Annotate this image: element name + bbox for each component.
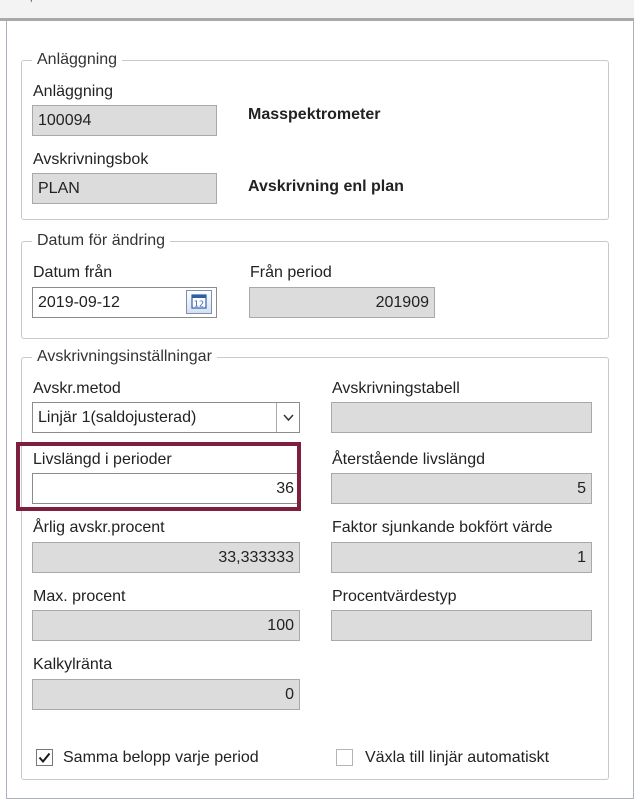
fran-period-label: Från period [250,264,332,281]
kalkylranta-field[interactable]: 0 [32,679,300,710]
anlaggning-field[interactable]: 100094 [32,105,217,136]
anlaggning-name: Masspektrometer [248,106,381,123]
checkmark-icon [38,752,51,764]
procentvardestyp-field[interactable] [331,610,592,641]
chevron-down-icon [283,414,294,422]
vaxla-linjar-label[interactable]: Växla till linjär automatiskt [365,749,549,767]
aterstaende-livslangd-field[interactable]: 5 [331,473,592,504]
faktor-field[interactable]: 1 [331,542,592,573]
anlaggning-group-legend: Anläggning [32,51,123,69]
aterstaende-livslangd-label: Återstående livslängd [332,451,485,468]
vaxla-linjar-checkbox[interactable] [336,749,353,766]
faktor-label: Faktor sjunkande bokfört värde [332,519,553,536]
calendar-button[interactable]: 12 [186,290,212,314]
avskrivningsbok-label: Avskrivningsbok [33,151,149,168]
datum-group-legend: Datum för ändring [32,232,171,250]
avskr-metod-dropdown-button[interactable] [276,403,299,432]
avskrivningsbok-field[interactable]: PLAN [32,173,217,204]
top-bar: ’ [0,0,634,21]
anlaggning-label: Anläggning [33,83,114,100]
avskr-metod-value: Linjär 1(saldojusterad) [38,409,197,426]
top-bar-partial-text: ’ [30,0,33,10]
procentvardestyp-label: Procentvärdestyp [332,588,457,605]
kalkylranta-label: Kalkylränta [33,656,113,673]
arlig-avskr-procent-field[interactable]: 33,333333 [32,542,300,573]
avskr-metod-select[interactable]: Linjär 1(saldojusterad) [32,402,300,433]
avskrivningstabell-label: Avskrivningstabell [332,380,460,397]
installningar-group-legend: Avskrivningsinställningar [32,348,217,366]
avskr-metod-label: Avskr.metod [33,380,121,397]
samma-belopp-label[interactable]: Samma belopp varje period [63,749,259,767]
arlig-avskr-procent-label: Årlig avskr.procent [33,519,165,536]
datum-fran-label: Datum från [33,264,113,281]
fran-period-field[interactable]: 201909 [249,287,435,318]
samma-belopp-checkbox[interactable] [36,749,53,766]
calendar-icon: 12 [191,294,207,309]
highlight-box [16,442,301,511]
avskrivningstabell-field[interactable] [331,402,592,433]
svg-text:12: 12 [194,300,204,309]
max-procent-field[interactable]: 100 [32,610,300,641]
max-procent-label: Max. procent [33,588,126,605]
avskrivningsbok-name: Avskrivning enl plan [248,178,404,195]
